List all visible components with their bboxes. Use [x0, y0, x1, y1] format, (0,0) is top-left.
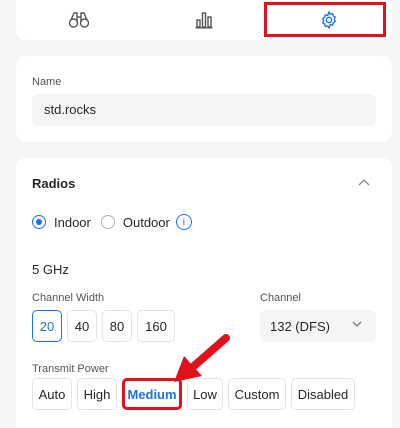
transmit-power-auto[interactable]: Auto	[32, 378, 72, 410]
chevron-down-icon	[352, 321, 362, 327]
channel-width-40[interactable]: 40	[67, 310, 97, 342]
tab-search[interactable]	[16, 0, 141, 40]
channel-label: Channel	[260, 292, 301, 304]
transmit-power-custom[interactable]: Custom	[228, 378, 286, 410]
bar-chart-icon	[195, 12, 213, 29]
channel-width-group: 20 40 80 160	[32, 310, 175, 342]
name-label: Name	[32, 76, 62, 88]
chevron-up-icon[interactable]	[358, 178, 370, 186]
radios-section-title: Radios	[32, 176, 76, 191]
channel-width-label: Channel Width	[32, 292, 105, 304]
channel-width-20[interactable]: 20	[32, 310, 62, 342]
location-radio-group: Indoor Outdoor i	[32, 214, 192, 230]
radio-indoor-label: Indoor	[54, 214, 91, 230]
radio-indoor[interactable]	[32, 215, 46, 229]
radio-outdoor-label: Outdoor	[122, 214, 170, 230]
info-icon[interactable]: i	[175, 214, 192, 230]
tab-statistics[interactable]	[141, 0, 266, 40]
channel-width-80[interactable]: 80	[102, 310, 132, 342]
channel-select-value: 132 (DFS)	[270, 318, 330, 334]
transmit-power-high[interactable]: High	[77, 378, 117, 410]
annotation-arrow-icon	[174, 334, 230, 382]
annotation-highlight-box	[264, 2, 386, 37]
transmit-power-disabled[interactable]: Disabled	[291, 378, 355, 410]
band-label: 5 GHz	[32, 262, 69, 277]
name-card: Name std.rocks	[16, 56, 392, 142]
channel-select[interactable]: 132 (DFS)	[260, 310, 376, 342]
radio-outdoor[interactable]	[100, 215, 115, 229]
transmit-power-label: Transmit Power	[32, 363, 109, 375]
name-input[interactable]: std.rocks	[32, 94, 376, 126]
binoculars-icon	[68, 12, 89, 28]
